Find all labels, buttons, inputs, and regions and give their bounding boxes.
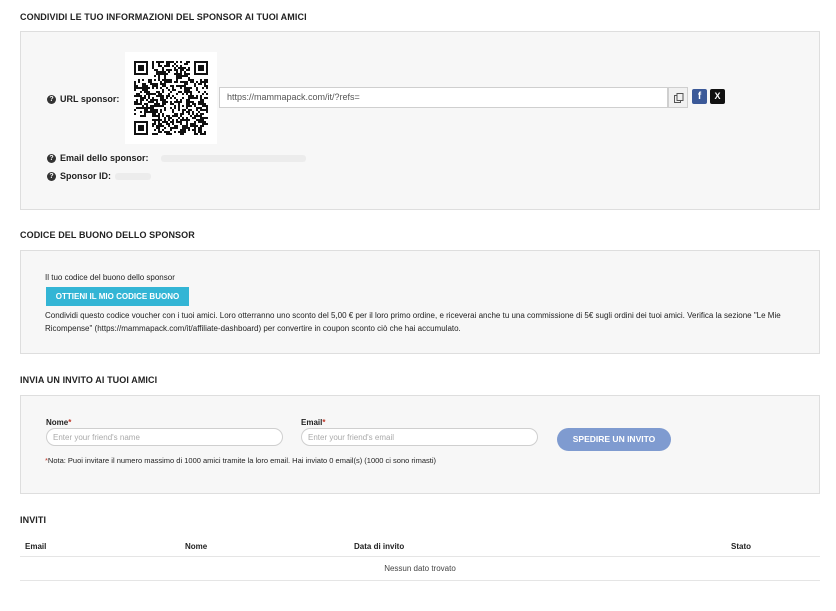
- facebook-icon: f: [697, 91, 702, 102]
- help-icon: ?: [47, 153, 56, 163]
- sponsor-url-field[interactable]: https://mammapack.com/it/?refs=: [219, 87, 668, 108]
- column-stato: Stato: [731, 542, 751, 551]
- copy-button[interactable]: [668, 87, 688, 108]
- help-icon: ?: [47, 94, 56, 104]
- help-icon: ?: [47, 171, 56, 181]
- email-label: Email*: [301, 418, 326, 427]
- table-header: Email Nome Data di invito Stato: [20, 538, 820, 557]
- get-voucher-button[interactable]: OTTIENI IL MIO CODICE BUONO: [46, 287, 189, 306]
- facebook-share-button[interactable]: f: [692, 89, 707, 104]
- x-icon: X: [714, 91, 721, 101]
- name-label: Nome*: [46, 418, 72, 427]
- empty-message: Nessun dato trovato: [384, 564, 456, 573]
- name-input[interactable]: [46, 428, 283, 446]
- send-invite-button[interactable]: SPEDIRE UN INVITO: [557, 428, 671, 451]
- column-nome: Nome: [185, 542, 208, 551]
- column-data-invito: Data di invito: [354, 542, 405, 551]
- voucher-title: CODICE DEL BUONO DELLO SPONSOR: [20, 230, 195, 240]
- invite-panel: Nome* Email* SPEDIRE UN INVITO *Nota: Pu…: [20, 395, 820, 494]
- voucher-description: Condividi questo codice voucher con i tu…: [45, 311, 781, 333]
- invites-title: INVITI: [20, 515, 47, 525]
- copy-icon: [674, 93, 684, 103]
- sponsor-info-title: CONDIVIDI LE TUO INFORMAZIONI DEL SPONSO…: [20, 12, 307, 22]
- voucher-label: Il tuo codice del buono dello sponsor: [45, 273, 175, 282]
- sponsor-email-label: ? Email dello sponsor:: [47, 153, 149, 163]
- sponsor-id-label: ? Sponsor ID:: [47, 171, 111, 181]
- voucher-panel: Il tuo codice del buono dello sponsor OT…: [20, 250, 820, 354]
- x-share-button[interactable]: X: [710, 89, 725, 104]
- sponsor-id-value: [115, 173, 151, 180]
- invite-title: INVIA UN INVITO AI TUOI AMICI: [20, 375, 158, 385]
- invite-note: *Nota: Puoi invitare il numero massimo d…: [45, 456, 436, 465]
- table-row: Nessun dato trovato: [20, 557, 820, 581]
- invites-table: Email Nome Data di invito Stato Nessun d…: [20, 538, 820, 581]
- column-email: Email: [25, 542, 47, 551]
- sponsor-info-panel: ? URL sponsor: https://mammapack.com/it/…: [20, 31, 820, 210]
- email-input[interactable]: [301, 428, 538, 446]
- url-sponsor-label: ? URL sponsor:: [47, 94, 119, 104]
- qr-code: [125, 52, 217, 144]
- sponsor-email-value: [161, 155, 306, 162]
